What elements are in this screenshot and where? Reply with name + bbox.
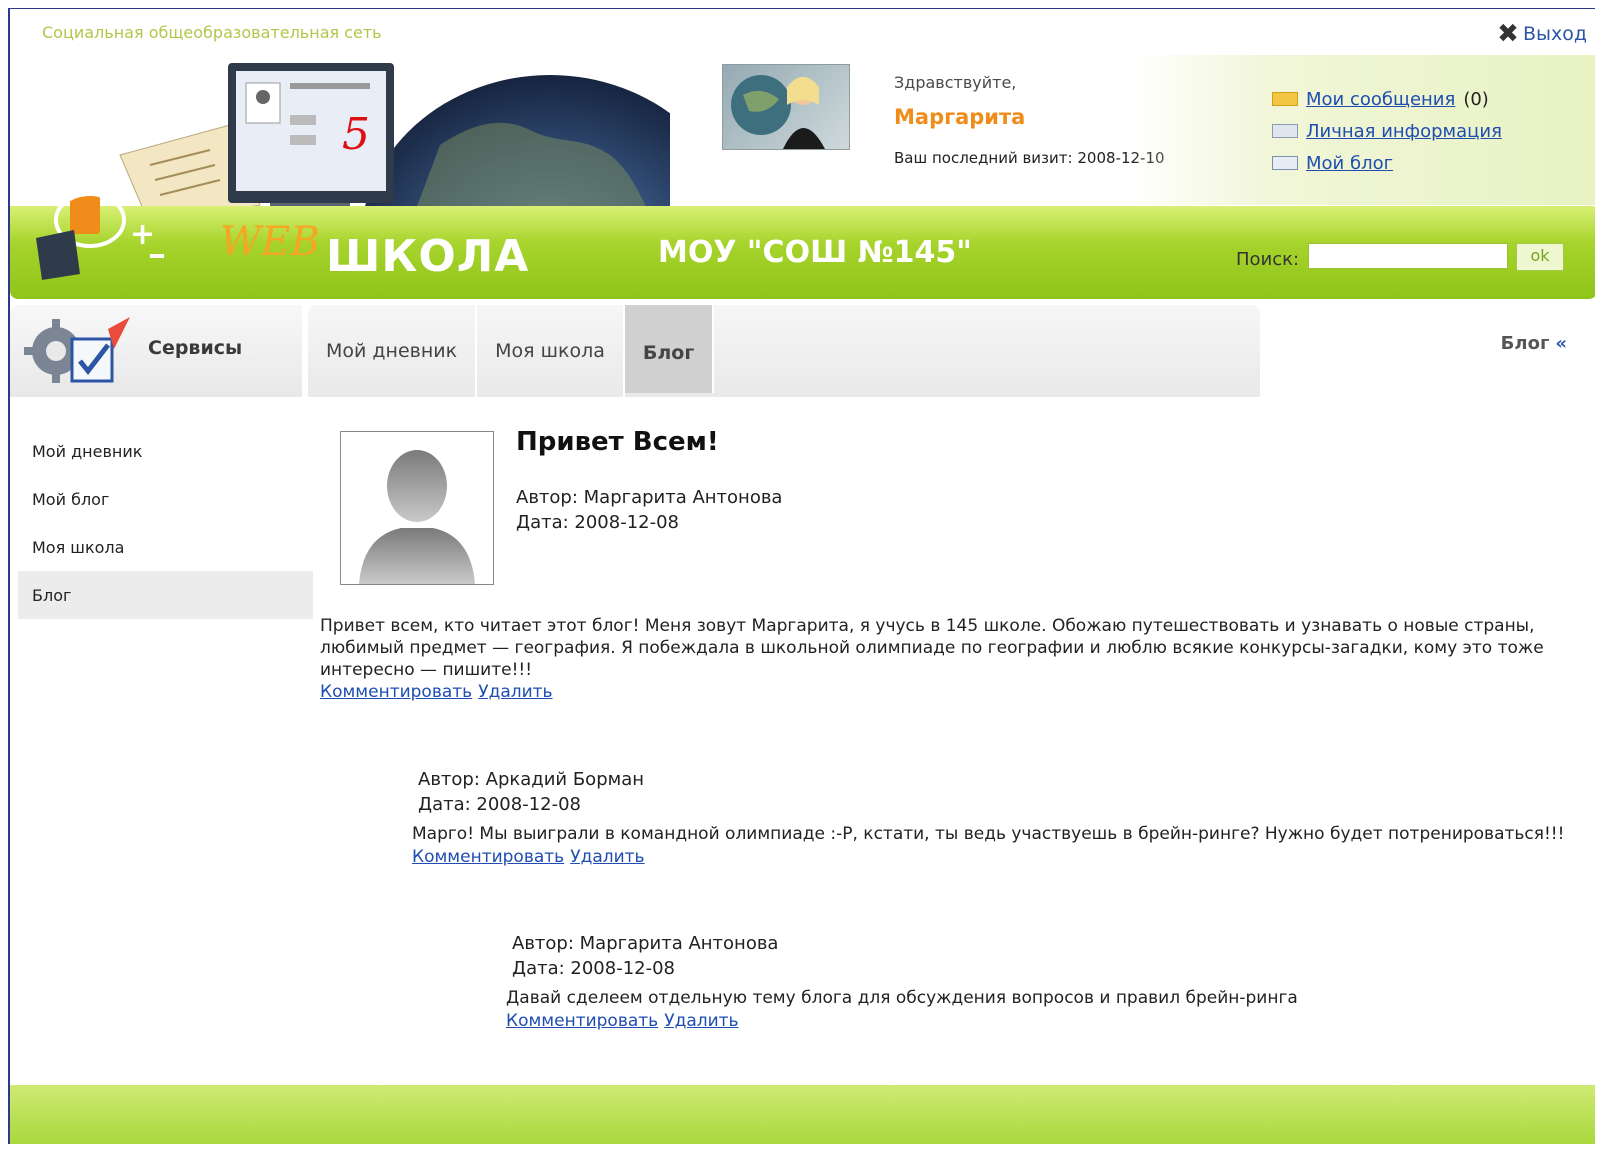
logout-label: Выход — [1522, 23, 1587, 45]
comment-reply-link[interactable]: Комментировать — [506, 1011, 658, 1031]
comment-delete-link[interactable]: Удалить — [570, 847, 644, 867]
tab-bar: Мой дневник Моя школа Блог — [308, 305, 1260, 397]
comment-reply-link[interactable]: Комментировать — [412, 847, 564, 867]
sidebar-item-my-blog[interactable]: Мой блог — [18, 475, 313, 523]
comment-date: Дата: 2008-12-08 — [512, 958, 676, 979]
footer-bar — [10, 1085, 1595, 1144]
search-button[interactable]: ok — [1516, 243, 1564, 271]
quick-links: Мои сообщения (0) Личная информация Мой … — [1272, 83, 1502, 179]
logo-graphic: + — [36, 194, 164, 280]
post-date: Дата: 2008-12-08 — [516, 512, 680, 533]
post-title: Привет Всем! — [516, 427, 719, 457]
svg-text:5: 5 — [342, 109, 370, 160]
user-avatar[interactable] — [722, 64, 850, 150]
my-blog-link[interactable]: Мой блог — [1306, 153, 1393, 174]
user-name: Маргарита — [894, 105, 1026, 129]
comment-actions: Комментировать Удалить — [506, 1009, 1298, 1034]
nav-bar: Сервисы Мой дневник Моя школа Блог Блог « — [10, 305, 1595, 397]
school-name: МОУ "СОШ №145" — [658, 235, 972, 270]
quick-link-messages[interactable]: Мои сообщения (0) — [1272, 83, 1502, 115]
network-title: Социальная общеобразовательная сеть — [42, 23, 382, 42]
blog-icon — [1272, 156, 1298, 170]
personal-info-link[interactable]: Личная информация — [1306, 121, 1502, 142]
search-input[interactable] — [1308, 243, 1508, 269]
breadcrumb-label: Блог — [1500, 333, 1550, 354]
messages-link[interactable]: Мои сообщения — [1306, 89, 1455, 110]
post-actions: Комментировать Удалить — [320, 681, 1560, 703]
comment-author: Автор: Маргарита Антонова — [512, 933, 779, 954]
id-card-icon — [1272, 124, 1298, 138]
last-visit: Ваш последний визит: 2008-12-10 — [894, 149, 1165, 167]
services-menu[interactable]: Сервисы — [10, 305, 302, 397]
quick-link-blog[interactable]: Мой блог — [1272, 147, 1502, 179]
sidebar-item-blog[interactable]: Блог — [18, 571, 313, 619]
comment-text: Давай сделеем отдельную тему блога для о… — [506, 988, 1298, 1008]
post-text: Привет всем, кто читает этот блог! Меня … — [320, 616, 1544, 680]
tab-blog[interactable]: Блог — [624, 305, 715, 393]
last-visit-label: Ваш последний визит: — [894, 149, 1073, 167]
comment: Автор: Аркадий Борман Дата: 2008-12-08 М… — [412, 767, 1564, 870]
comment: Автор: Маргарита Антонова Дата: 2008-12-… — [506, 931, 1298, 1034]
tab-my-school[interactable]: Моя школа — [477, 305, 625, 397]
post-meta: Автор: Маргарита Антонова Дата: 2008-12-… — [516, 485, 782, 535]
logo-web: WEB — [220, 219, 320, 265]
envelope-icon — [1272, 92, 1298, 106]
logo-school: ШКОЛА — [326, 231, 530, 282]
comment-author: Автор: Аркадий Борман — [418, 769, 645, 790]
breadcrumb[interactable]: Блог « — [1501, 333, 1567, 354]
tab-my-diary[interactable]: Мой дневник — [308, 305, 478, 397]
svg-text:+: + — [130, 217, 155, 252]
post-body: Привет всем, кто читает этот блог! Меня … — [320, 615, 1560, 703]
services-label: Сервисы — [148, 337, 243, 359]
sidebar-item-my-diary[interactable]: Мой дневник — [18, 427, 313, 475]
post-delete-link[interactable]: Удалить — [478, 682, 552, 702]
logout-link[interactable]: ✖ Выход — [1497, 19, 1587, 49]
chevron-left-icon: « — [1555, 333, 1567, 354]
sidebar-item-my-school[interactable]: Моя школа — [18, 523, 313, 571]
comment-text: Марго! Мы выиграли в командной олимпиаде… — [412, 824, 1565, 844]
comment-actions: Комментировать Удалить — [412, 845, 1564, 870]
close-icon: ✖ — [1497, 19, 1519, 49]
user-silhouette-icon — [359, 450, 475, 584]
services-gear-icon — [24, 317, 130, 383]
messages-count: (0) — [1463, 88, 1489, 110]
post-author-avatar — [340, 431, 494, 585]
search-label: Поиск: — [1236, 249, 1300, 270]
quick-link-personal-info[interactable]: Личная информация — [1272, 115, 1502, 147]
sidebar: Мой дневник Мой блог Моя школа Блог — [18, 427, 313, 619]
post-author: Автор: Маргарита Антонова — [516, 487, 783, 508]
page-frame: Социальная общеобразовательная сеть ✖ Вы… — [8, 8, 1595, 1144]
header: Социальная общеобразовательная сеть ✖ Вы… — [10, 9, 1595, 309]
comment-date: Дата: 2008-12-08 — [418, 794, 582, 815]
post-comment-link[interactable]: Комментировать — [320, 682, 472, 702]
comment-delete-link[interactable]: Удалить — [664, 1011, 738, 1031]
greeting: Здравствуйте, — [894, 73, 1017, 92]
